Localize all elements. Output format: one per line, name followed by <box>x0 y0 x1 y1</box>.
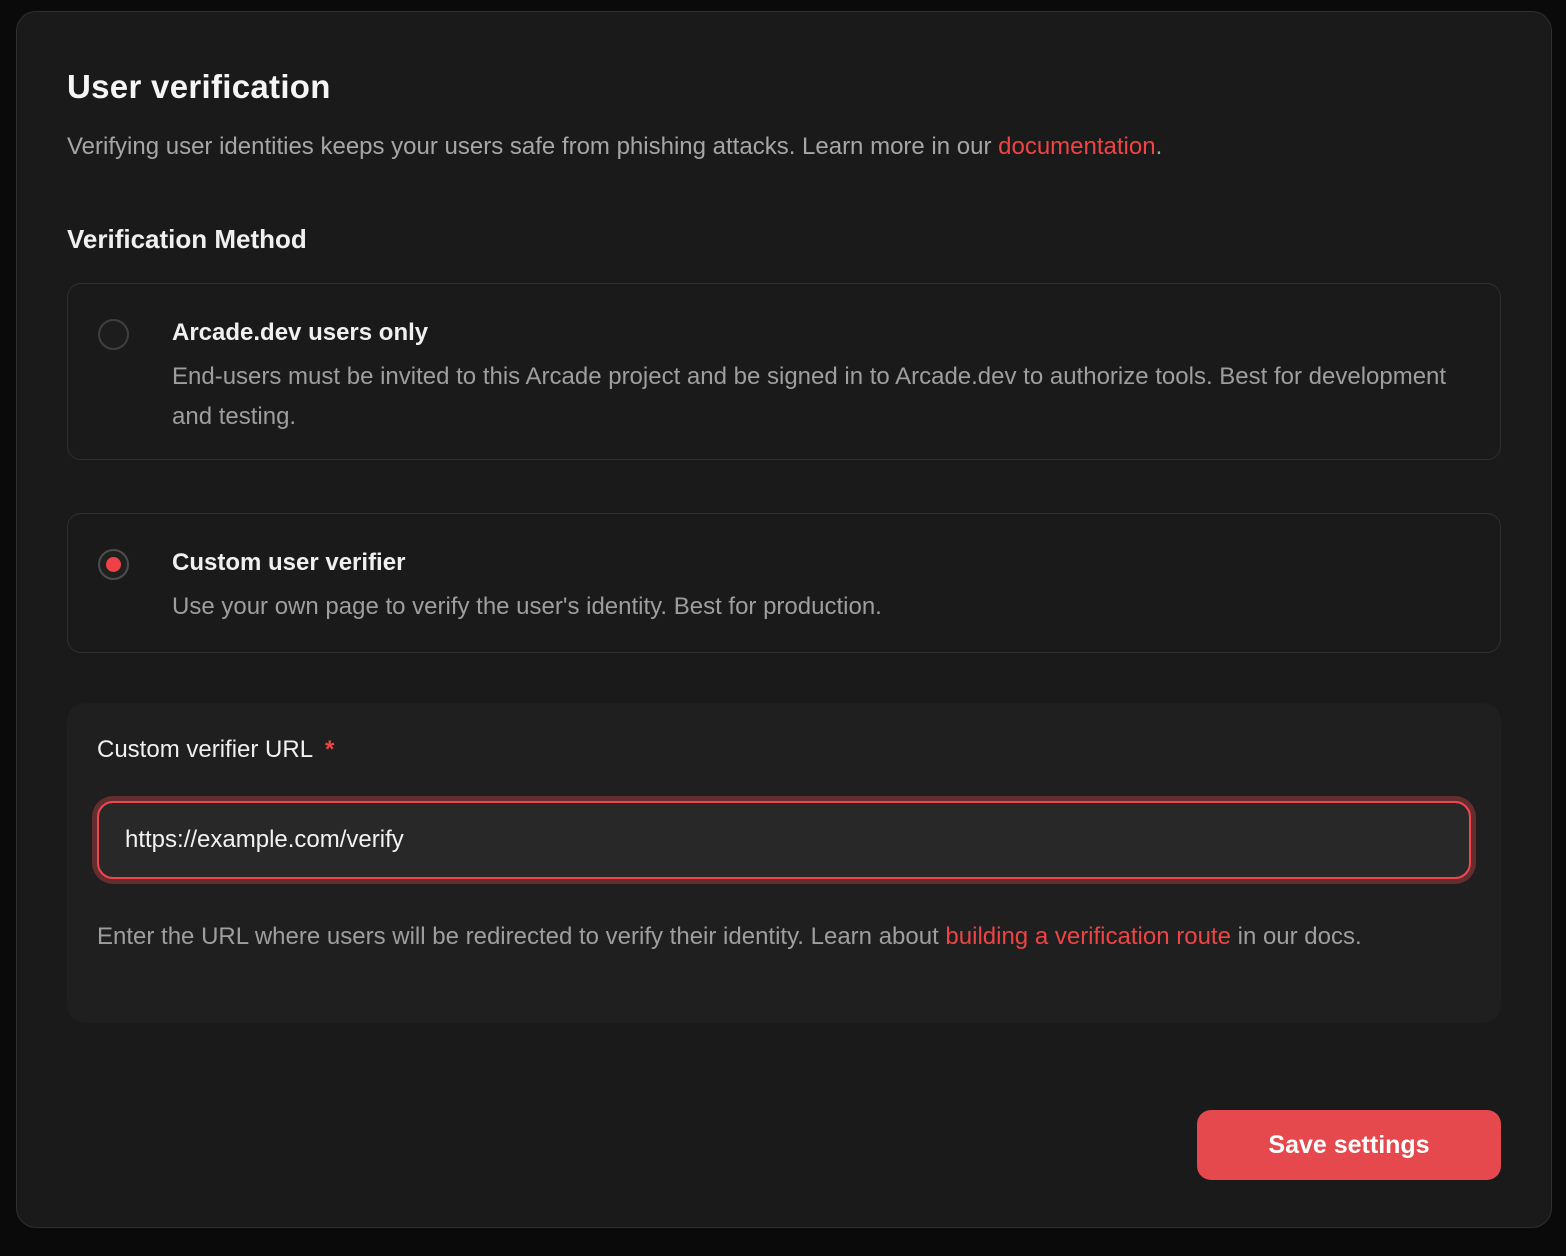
required-asterisk: * <box>325 736 334 763</box>
option-description: Use your own page to verify the user's i… <box>172 587 882 627</box>
subtitle-text: Verifying user identities keeps your use… <box>67 133 998 160</box>
save-settings-button[interactable]: Save settings <box>1197 1110 1501 1180</box>
custom-verifier-url-input[interactable] <box>97 801 1471 879</box>
subtitle-period: . <box>1156 133 1163 160</box>
option-arcade-users[interactable]: Arcade.dev users only End-users must be … <box>67 283 1501 460</box>
custom-verifier-url-panel: Custom verifier URL * Enter the URL where… <box>67 703 1501 1023</box>
documentation-link[interactable]: documentation <box>998 133 1155 160</box>
radio-arcade-users-icon[interactable] <box>98 319 129 350</box>
option-label: Custom user verifier <box>172 547 882 578</box>
help-text-suffix: in our docs. <box>1231 923 1362 950</box>
custom-verifier-url-label: Custom verifier URL * <box>97 735 1471 765</box>
radio-custom-verifier-icon[interactable] <box>98 549 129 580</box>
option-arcade-users-text: Arcade.dev users only End-users must be … <box>172 317 1470 459</box>
option-custom-verifier-text: Custom user verifier Use your own page t… <box>172 547 882 652</box>
help-text-prefix: Enter the URL where users will be redire… <box>97 923 945 950</box>
page-subtitle: Verifying user identities keeps your use… <box>67 132 1501 162</box>
page-title: User verification <box>67 69 1501 105</box>
option-description: End-users must be invited to this Arcade… <box>172 357 1470 437</box>
user-verification-card: User verification Verifying user identit… <box>16 11 1552 1228</box>
radio-selected-dot-icon <box>106 557 121 572</box>
option-label: Arcade.dev users only <box>172 317 1470 348</box>
actions-row: Save settings <box>67 1110 1501 1180</box>
field-label-text: Custom verifier URL <box>97 736 313 763</box>
url-help-text: Enter the URL where users will be redire… <box>97 917 1377 957</box>
verification-route-link[interactable]: building a verification route <box>945 923 1231 950</box>
verification-method-heading: Verification Method <box>67 224 1501 254</box>
option-custom-verifier[interactable]: Custom user verifier Use your own page t… <box>67 513 1501 653</box>
